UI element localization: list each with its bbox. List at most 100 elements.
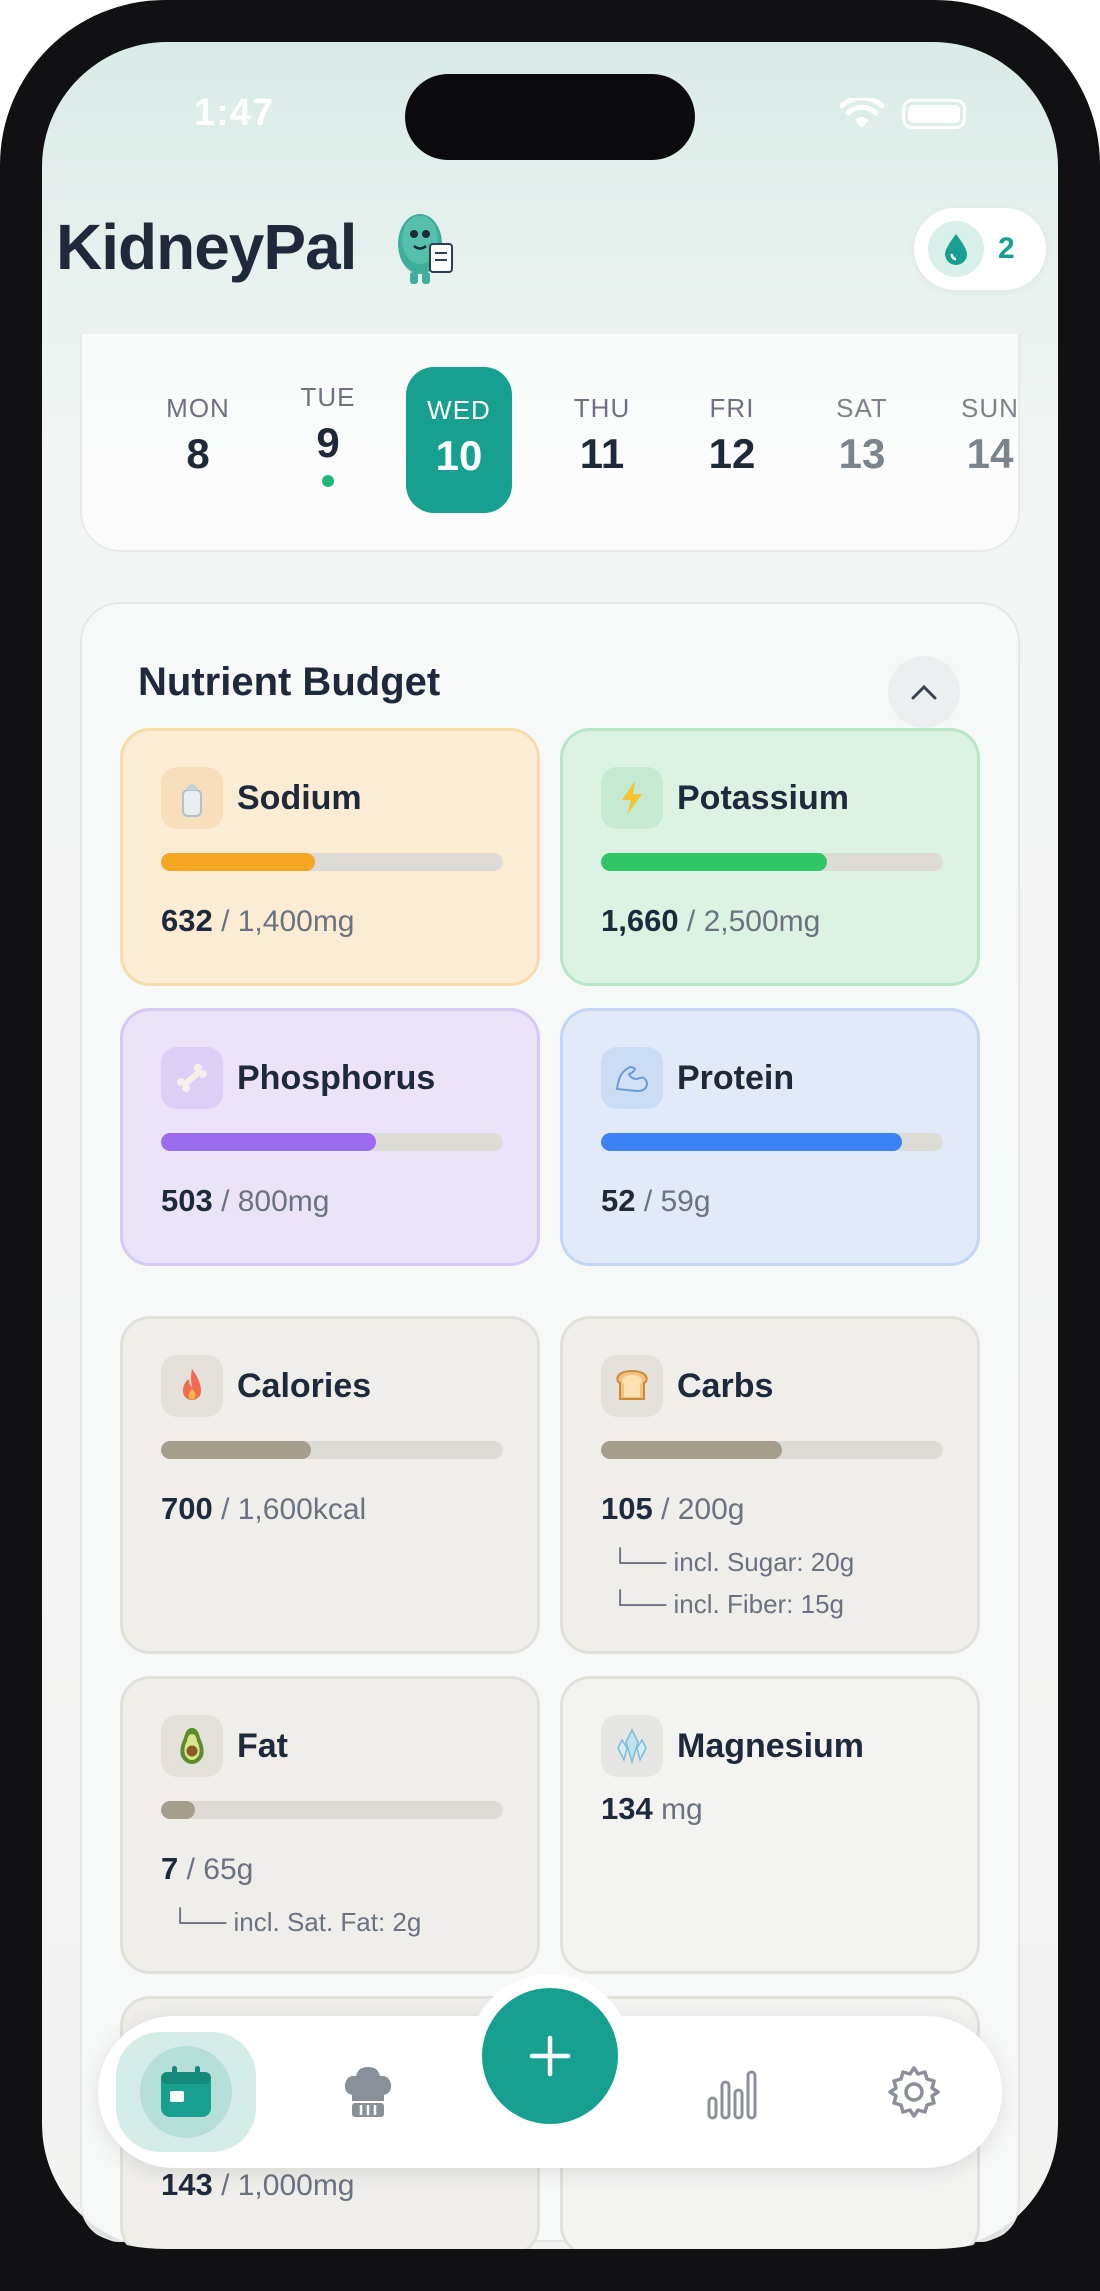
limit-value: / 2,500mg [678, 905, 821, 938]
fat-satfat-line: └── incl. Sat. Fat: 2g [171, 1907, 422, 1937]
collapse-button[interactable] [888, 656, 960, 728]
chevron-up-icon [911, 684, 937, 700]
lightning-icon [601, 767, 663, 829]
limit-value: / 200g [652, 1493, 745, 1526]
day-number: 10 [435, 432, 483, 479]
limit-value: / 59g [635, 1185, 711, 1218]
add-icon [529, 2035, 571, 2077]
potassium-progress-bar [601, 853, 943, 871]
protein-progress-bar [601, 1133, 943, 1151]
day-tue[interactable]: TUE 9 [278, 382, 378, 487]
carbs-tile[interactable]: Carbs 105 / 200g └── incl. Sugar: 20g └─… [560, 1316, 980, 1654]
limit-value: / 1,600kcal [212, 1493, 367, 1526]
day-wed[interactable]: WED 10 [406, 367, 512, 513]
protein-tile[interactable]: Protein 52 / 59g [560, 1008, 980, 1266]
budget-title: Nutrient Budget [138, 660, 441, 704]
logged-indicator-dot [322, 475, 334, 487]
calendar-icon [161, 2066, 211, 2117]
day-name: MON [166, 393, 230, 423]
flame-icon [161, 1355, 223, 1417]
current-value: 700 [161, 1491, 213, 1526]
limit-value: / 1,400mg [212, 905, 355, 938]
add-entry-button[interactable] [482, 1988, 618, 2124]
day-number: 9 [316, 419, 340, 466]
salt-shaker-icon [161, 767, 223, 829]
tab-stats[interactable] [662, 2032, 802, 2152]
magnesium-value: 134 mg [601, 1791, 703, 1827]
tile-label: Phosphorus [237, 1058, 436, 1097]
day-name: TUE [300, 382, 356, 412]
chef-hat-icon [344, 2067, 392, 2117]
carbs-progress-fill [601, 1441, 783, 1459]
dynamic-island [405, 74, 695, 160]
crystal-icon [601, 1715, 663, 1777]
current-value: 1,660 [601, 903, 679, 938]
current-value: 7 [161, 1851, 179, 1886]
kidney-mascot-icon [398, 214, 453, 284]
calories-progress-fill [161, 1441, 312, 1459]
gear-icon [888, 2066, 940, 2118]
magnesium-tile[interactable]: Magnesium 134 mg [560, 1676, 980, 1974]
tile-label: Protein [677, 1058, 795, 1097]
tab-calendar[interactable] [116, 2032, 256, 2152]
carbs-fiber-line: └── incl. Fiber: 15g [611, 1589, 845, 1619]
app-title: KidneyPal [56, 211, 357, 283]
day-name: WED [427, 395, 491, 425]
day-sat[interactable]: SAT 13 [812, 393, 912, 478]
bone-icon [161, 1047, 223, 1109]
tab-settings[interactable] [844, 2032, 984, 2152]
bread-icon [601, 1355, 663, 1417]
tile-label: Fat [237, 1726, 288, 1765]
current-value: 632 [161, 903, 213, 938]
day-number: 8 [186, 430, 210, 477]
battery-icon [902, 99, 966, 129]
carbs-sugar-line: └── incl. Sugar: 20g [611, 1547, 855, 1577]
calories-progress-bar [161, 1441, 503, 1459]
status-time: 1:47 [194, 92, 275, 134]
status-icons [840, 98, 966, 130]
tile-label: Carbs [677, 1366, 774, 1405]
current-value: 105 [601, 1491, 653, 1526]
water-intake-button[interactable]: 2 [914, 208, 1046, 290]
day-fri[interactable]: FRI 12 [682, 393, 782, 478]
phosphorus-value: 503 / 800mg [161, 1183, 329, 1219]
potassium-tile[interactable]: Potassium 1,660 / 2,500mg [560, 728, 980, 986]
phosphorus-tile[interactable]: Phosphorus 503 / 800mg [120, 1008, 540, 1266]
water-drop-icon [928, 221, 984, 277]
day-name: SAT [836, 393, 888, 423]
day-name: THU [573, 393, 631, 423]
tile-label: Sodium [237, 778, 362, 817]
potassium-value: 1,660 / 2,500mg [601, 903, 820, 939]
tile-label: Calories [237, 1366, 372, 1405]
sodium-tile[interactable]: Sodium 632 / 1,400mg [120, 728, 540, 986]
bar-chart-icon [707, 2070, 757, 2120]
day-number: 11 [579, 430, 625, 477]
day-mon[interactable]: MON 8 [148, 393, 248, 478]
avocado-icon [161, 1715, 223, 1777]
wifi-icon [840, 98, 884, 128]
fat-tile[interactable]: Fat 7 / 65g └── incl. Sat. Fat: 2g [120, 1676, 540, 1974]
carbs-progress-bar [601, 1441, 943, 1459]
day-name: FRI [709, 393, 755, 423]
calories-tile[interactable]: Calories 700 / 1,600kcal [120, 1316, 540, 1654]
carbs-value: 105 / 200g [601, 1491, 744, 1527]
limit-value: / 800mg [212, 1185, 330, 1218]
protein-value: 52 / 59g [601, 1183, 711, 1219]
current-value: 503 [161, 1183, 213, 1218]
day-thu[interactable]: THU 11 [552, 393, 652, 478]
day-name: SUN [961, 393, 1019, 423]
phosphorus-progress-bar [161, 1133, 503, 1151]
protein-progress-fill [601, 1133, 902, 1151]
potassium-progress-fill [601, 853, 827, 871]
limit-value: / 65g [178, 1853, 254, 1886]
fat-progress-bar [161, 1801, 503, 1819]
tab-active-indicator [140, 2046, 232, 2138]
fat-progress-fill [161, 1801, 196, 1819]
day-sun[interactable]: SUN 14 [940, 393, 1040, 478]
day-number: 13 [838, 430, 886, 477]
flexed-arm-icon [601, 1047, 663, 1109]
sodium-value: 632 / 1,400mg [161, 903, 355, 939]
current-value: 52 [601, 1183, 636, 1218]
phosphorus-progress-fill [161, 1133, 377, 1151]
tab-recipes[interactable] [298, 2032, 438, 2152]
